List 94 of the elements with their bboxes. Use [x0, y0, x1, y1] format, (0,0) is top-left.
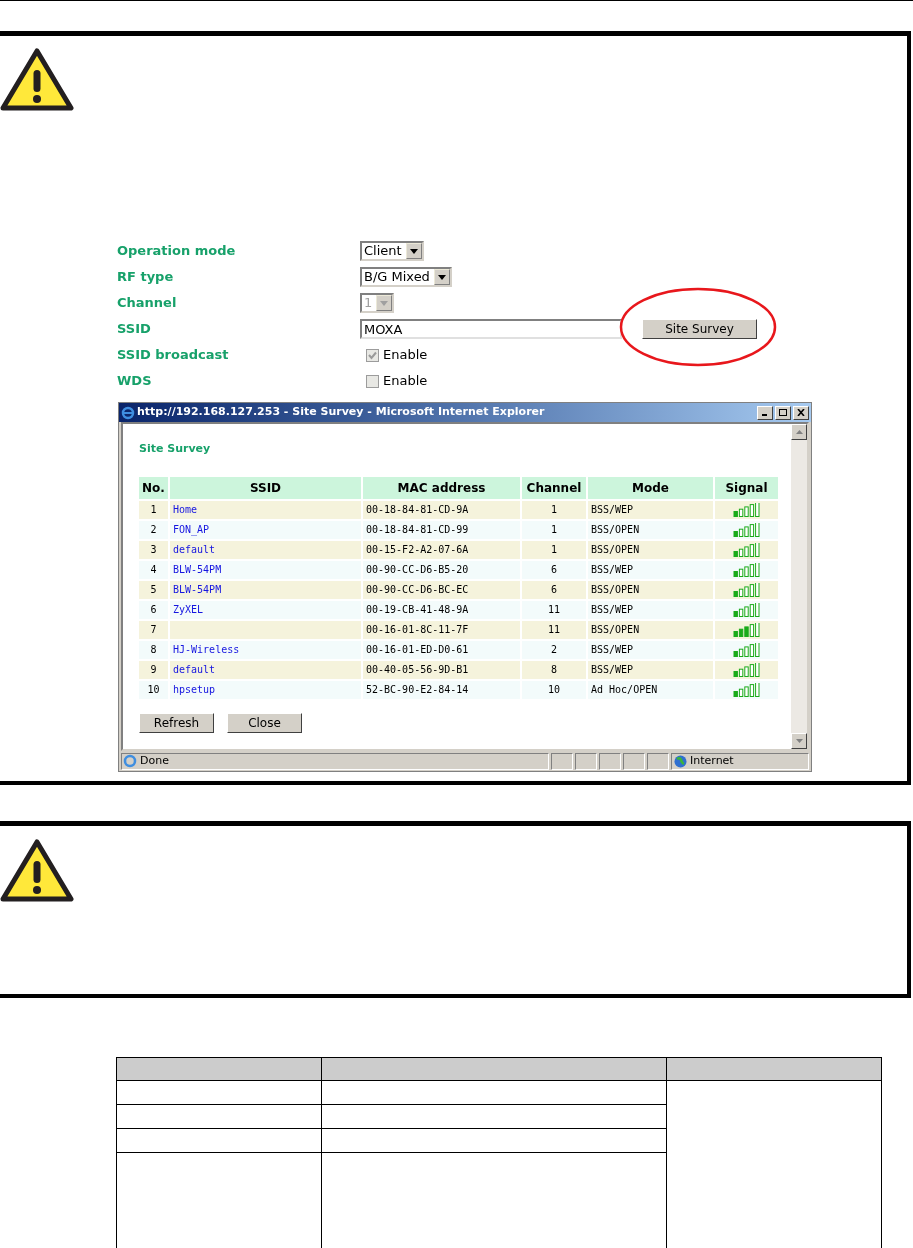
- caret-icon: [437, 274, 446, 280]
- ssid-link[interactable]: FON_AP: [170, 520, 361, 539]
- table-cell: 1: [522, 500, 586, 519]
- dialog-button[interactable]: Refresh: [139, 712, 214, 733]
- scroll-up-icon: [795, 430, 803, 434]
- ssid-link[interactable]: BLW-54PM: [170, 560, 361, 579]
- column-header: No.: [139, 476, 168, 499]
- caret-icon: [409, 248, 418, 254]
- table-cell: 00-90-CC-D6-B5-20: [363, 560, 520, 579]
- ssid-link[interactable]: HJ-Wireless: [170, 640, 361, 659]
- page-icon: [123, 754, 137, 768]
- scroll-down-button[interactable]: [791, 733, 807, 749]
- ssid-link[interactable]: default: [170, 540, 361, 559]
- check-icon: [368, 350, 377, 360]
- table-cell: 2: [139, 520, 168, 539]
- ssid-link[interactable]: hpsetup: [170, 680, 361, 699]
- dropdown-select[interactable]: B/G Mixed: [360, 267, 452, 287]
- close-button[interactable]: [793, 405, 809, 420]
- table-cell: 00-19-CB-41-48-9A: [363, 600, 520, 619]
- table-cell: 00-16-01-8C-11-7F: [363, 620, 520, 639]
- table-cell: BSS/WEP: [588, 640, 713, 659]
- table-cell: 00-40-05-56-9D-B1: [363, 660, 520, 679]
- table-cell: 7: [139, 620, 168, 639]
- table-cell: 4: [139, 560, 168, 579]
- setting-label: Operation mode: [117, 242, 237, 261]
- warning-icon: [0, 48, 74, 112]
- table-cell: 00-18-84-81-CD-99: [363, 520, 520, 539]
- checkbox-label: Enable: [383, 372, 428, 391]
- table-cell: 1: [522, 540, 586, 559]
- table-cell: Ad Hoc/OPEN: [588, 680, 713, 699]
- globe-icon: [674, 754, 687, 768]
- browser-icon: [121, 405, 135, 420]
- table-cell: 5: [139, 580, 168, 599]
- table-cell: BSS/WEP: [588, 660, 713, 679]
- setting-label: SSID: [117, 320, 152, 339]
- caret-icon: [380, 300, 389, 306]
- table-cell: 2: [522, 640, 586, 659]
- table-cell: 6: [522, 580, 586, 599]
- minimize-button[interactable]: [757, 405, 773, 420]
- table-cell: 6: [522, 560, 586, 579]
- table-cell: BSS/OPEN: [588, 520, 713, 539]
- table-cell: 6: [139, 600, 168, 619]
- scroll-down-icon: [795, 739, 803, 743]
- maximize-icon: [779, 409, 787, 416]
- table-cell: 00-18-84-81-CD-9A: [363, 500, 520, 519]
- column-header: MAC address: [363, 476, 520, 499]
- ssid-input-field[interactable]: MOXA: [360, 319, 622, 339]
- setting-label: WDS: [117, 372, 153, 391]
- setting-label: RF type: [117, 268, 175, 287]
- ssid-link[interactable]: Home: [170, 500, 361, 519]
- table-cell: 52-BC-90-E2-84-14: [363, 680, 520, 699]
- table-cell: 00-16-01-ED-D0-61: [363, 640, 520, 659]
- table-cell: 00-90-CC-D6-BC-EC: [363, 580, 520, 599]
- warning-icon: [0, 839, 74, 903]
- table-cell: BSS/WEP: [588, 500, 713, 519]
- dialog-button[interactable]: Close: [227, 712, 302, 733]
- window-title: http://192.168.127.253 - Site Survey - Microsoft Internet Explorer: [137, 404, 546, 421]
- table-cell: 8: [522, 660, 586, 679]
- table-cell: 8: [139, 640, 168, 659]
- maximize-button[interactable]: [775, 405, 791, 420]
- table-cell: 11: [522, 600, 586, 619]
- table-cell: 11: [522, 620, 586, 639]
- dropdown-select[interactable]: Client: [360, 241, 424, 261]
- table-cell: 3: [139, 540, 168, 559]
- dropdown-arrow-button[interactable]: [405, 243, 422, 259]
- table-cell: 9: [139, 660, 168, 679]
- column-header: Signal: [715, 476, 778, 499]
- column-header: Channel: [522, 476, 586, 499]
- page-heading: Site Survey: [139, 441, 212, 457]
- table-cell: 10: [139, 680, 168, 699]
- setting-label: SSID broadcast: [117, 346, 230, 365]
- ssid-link[interactable]: BLW-54PM: [170, 580, 361, 599]
- scroll-up-button[interactable]: [791, 424, 807, 440]
- checkbox-label: Enable: [383, 346, 428, 365]
- table-cell: BSS/WEP: [588, 560, 713, 579]
- ssid-link[interactable]: default: [170, 660, 361, 679]
- table-cell: 1: [139, 500, 168, 519]
- table-cell: BSS/WEP: [588, 600, 713, 619]
- setting-label: Channel: [117, 294, 178, 313]
- table-cell: BSS/OPEN: [588, 540, 713, 559]
- ssid-link[interactable]: ZyXEL: [170, 600, 361, 619]
- table-cell: 00-15-F2-A2-07-6A: [363, 540, 520, 559]
- column-header: SSID: [170, 476, 361, 499]
- site-survey-button[interactable]: Site Survey: [642, 319, 757, 339]
- vertical-scrollbar[interactable]: [791, 424, 807, 749]
- close-icon: [797, 409, 805, 416]
- dropdown-arrow-button[interactable]: [433, 269, 450, 285]
- column-header: Mode: [588, 476, 713, 499]
- table-cell: 1: [522, 520, 586, 539]
- table-cell: BSS/OPEN: [588, 620, 713, 639]
- zone-text: Internet: [690, 752, 734, 769]
- status-text: Done: [140, 752, 169, 769]
- table-cell: 10: [522, 680, 586, 699]
- table-cell: BSS/OPEN: [588, 580, 713, 599]
